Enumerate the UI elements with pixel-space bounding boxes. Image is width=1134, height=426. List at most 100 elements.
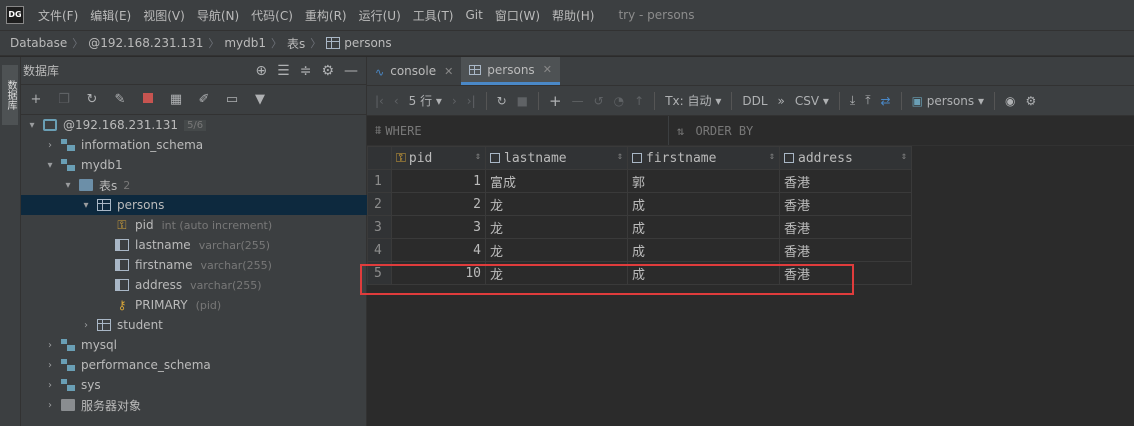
menu-tools[interactable]: 工具(T) <box>407 7 460 24</box>
chevron-right-icon[interactable]: › <box>43 340 57 351</box>
sort-icon[interactable]: ⇕ <box>617 151 623 162</box>
table-row[interactable]: 2 2 龙 成 香港 <box>367 192 912 216</box>
breadcrumb-tables[interactable]: 表s <box>287 35 305 52</box>
more-icon[interactable]: » <box>778 94 785 108</box>
row-number[interactable]: 1 <box>367 169 392 193</box>
cell-address[interactable]: 香港 <box>779 215 912 239</box>
column-header-pid[interactable]: ⚿ pid ⇕ <box>391 146 486 170</box>
stop-icon[interactable]: ■ <box>517 94 528 108</box>
tree-item-information-schema[interactable]: › information_schema <box>21 135 367 155</box>
tab-console[interactable]: ∿ console ✕ <box>367 57 461 85</box>
chevron-down-icon[interactable]: ▾ <box>25 120 39 131</box>
sort-icon[interactable]: ⇕ <box>769 151 775 162</box>
tree-item-sys[interactable]: › sys <box>21 375 367 395</box>
duplicate-icon[interactable]: ❐ <box>55 92 73 107</box>
compare-icon[interactable]: ⇄ <box>881 94 891 108</box>
cell-lastname[interactable]: 龙 <box>485 192 628 216</box>
cell-address[interactable]: 香港 <box>779 238 912 262</box>
tree-item-column-pid[interactable]: ⚿ pid int (auto increment) <box>21 215 367 235</box>
close-icon[interactable]: ✕ <box>444 65 453 78</box>
download-icon[interactable]: ⤓ <box>850 93 855 108</box>
revert-icon[interactable]: ↺ <box>594 94 604 108</box>
menu-view[interactable]: 视图(V) <box>137 7 191 24</box>
add-row-icon[interactable]: + <box>549 92 562 110</box>
export-format-select[interactable]: CSV ▾ <box>795 94 829 108</box>
tree-item-column-firstname[interactable]: firstname varchar(255) <box>21 255 367 275</box>
next-page-icon[interactable]: › <box>452 94 457 108</box>
chevron-right-icon[interactable]: › <box>43 380 57 391</box>
cell-pid[interactable]: 2 <box>391 192 486 216</box>
tree-item-column-lastname[interactable]: lastname varchar(255) <box>21 235 367 255</box>
cell-firstname[interactable]: 成 <box>627 192 780 216</box>
where-filter-input[interactable]: ⩩ WHERE <box>367 116 669 145</box>
preview-icon[interactable]: ◔ <box>614 94 624 108</box>
sort-icon[interactable]: ⇕ <box>901 151 907 162</box>
menu-git[interactable]: Git <box>459 8 488 22</box>
tree-item-host[interactable]: ▾ @192.168.231.131 5/6 <box>21 115 367 135</box>
chevron-right-icon[interactable]: › <box>79 320 93 331</box>
table-view-icon[interactable]: ▦ <box>167 92 185 107</box>
page-size-select[interactable]: 5 行 ▾ <box>409 92 442 109</box>
table-row[interactable]: 3 3 龙 成 香港 <box>367 215 912 239</box>
menu-help[interactable]: 帮助(H) <box>546 7 600 24</box>
menu-code[interactable]: 代码(C) <box>245 7 299 24</box>
tree-item-persons[interactable]: ▾ persons <box>21 195 367 215</box>
menu-window[interactable]: 窗口(W) <box>489 7 546 24</box>
cell-lastname[interactable]: 龙 <box>485 238 628 262</box>
cell-lastname[interactable]: 富成 <box>485 169 628 193</box>
tree-item-column-address[interactable]: address varchar(255) <box>21 275 367 295</box>
tree-item-mydb1[interactable]: ▾ mydb1 <box>21 155 367 175</box>
tree-item-mysql[interactable]: › mysql <box>21 335 367 355</box>
sort-icon[interactable]: ⇕ <box>475 151 481 162</box>
upload-icon[interactable]: ⤒ <box>865 93 870 108</box>
collapse-all-icon[interactable]: ☰ <box>277 63 290 79</box>
table-row[interactable]: 1 1 富成 郭 香港 <box>367 169 912 193</box>
column-header-lastname[interactable]: lastname ⇕ <box>485 146 628 170</box>
row-number[interactable]: 3 <box>367 215 392 239</box>
cell-address[interactable]: 香港 <box>779 192 912 216</box>
chevron-right-icon[interactable]: › <box>43 140 57 151</box>
tab-persons[interactable]: persons ✕ <box>461 57 560 85</box>
close-icon[interactable]: ✕ <box>543 63 552 76</box>
cell-lastname[interactable]: 龙 <box>485 215 628 239</box>
row-number[interactable]: 4 <box>367 238 392 262</box>
cell-address[interactable]: 香港 <box>779 169 912 193</box>
chevron-right-icon[interactable]: › <box>43 360 57 371</box>
refresh-icon[interactable]: ↻ <box>83 92 101 107</box>
row-number[interactable]: 2 <box>367 192 392 216</box>
eye-icon[interactable]: ◉ <box>1005 94 1015 108</box>
tree-item-performance-schema[interactable]: › performance_schema <box>21 355 367 375</box>
tree-item-primary-key[interactable]: ⚷ PRIMARY (pid) <box>21 295 367 315</box>
order-by-input[interactable]: ⇅ ORDER BY <box>669 124 753 138</box>
cell-firstname[interactable]: 郭 <box>627 169 780 193</box>
submit-icon[interactable]: ↑ <box>634 94 644 108</box>
menu-navigate[interactable]: 导航(N) <box>191 7 245 24</box>
last-page-icon[interactable]: ›| <box>467 94 476 108</box>
breadcrumb-schema[interactable]: mydb1 <box>224 36 266 50</box>
tx-mode-select[interactable]: Tx: 自动 ▾ <box>665 92 721 109</box>
cell-firstname[interactable]: 成 <box>627 215 780 239</box>
cell-pid[interactable]: 3 <box>391 215 486 239</box>
add-icon[interactable]: + <box>27 92 45 107</box>
cell-firstname[interactable]: 成 <box>627 238 780 262</box>
column-header-firstname[interactable]: firstname ⇕ <box>627 146 780 170</box>
crosshair-icon[interactable]: ⊕ <box>255 63 267 79</box>
expand-all-icon[interactable]: ≑ <box>300 63 312 79</box>
refresh-icon[interactable]: ↻ <box>497 94 507 108</box>
column-header-address[interactable]: address ⇕ <box>779 146 912 170</box>
first-page-icon[interactable]: |‹ <box>375 94 384 108</box>
previous-page-icon[interactable]: ‹ <box>394 94 399 108</box>
chevron-down-icon[interactable]: ▾ <box>43 160 57 171</box>
menu-run[interactable]: 运行(U) <box>353 7 407 24</box>
breadcrumb-database[interactable]: Database <box>10 36 67 50</box>
breadcrumb-host[interactable]: @192.168.231.131 <box>88 36 203 50</box>
edit-icon[interactable]: ✐ <box>195 92 213 107</box>
menu-refactor[interactable]: 重构(R) <box>299 7 353 24</box>
delete-row-icon[interactable]: — <box>572 94 584 108</box>
gear-icon[interactable]: ⚙ <box>321 63 334 79</box>
console-icon[interactable]: ▭ <box>223 92 241 107</box>
ddl-button[interactable]: DDL <box>742 94 767 108</box>
gear-icon[interactable]: ⚙ <box>1026 94 1037 108</box>
cell-pid[interactable]: 4 <box>391 238 486 262</box>
menu-edit[interactable]: 编辑(E) <box>84 7 137 24</box>
